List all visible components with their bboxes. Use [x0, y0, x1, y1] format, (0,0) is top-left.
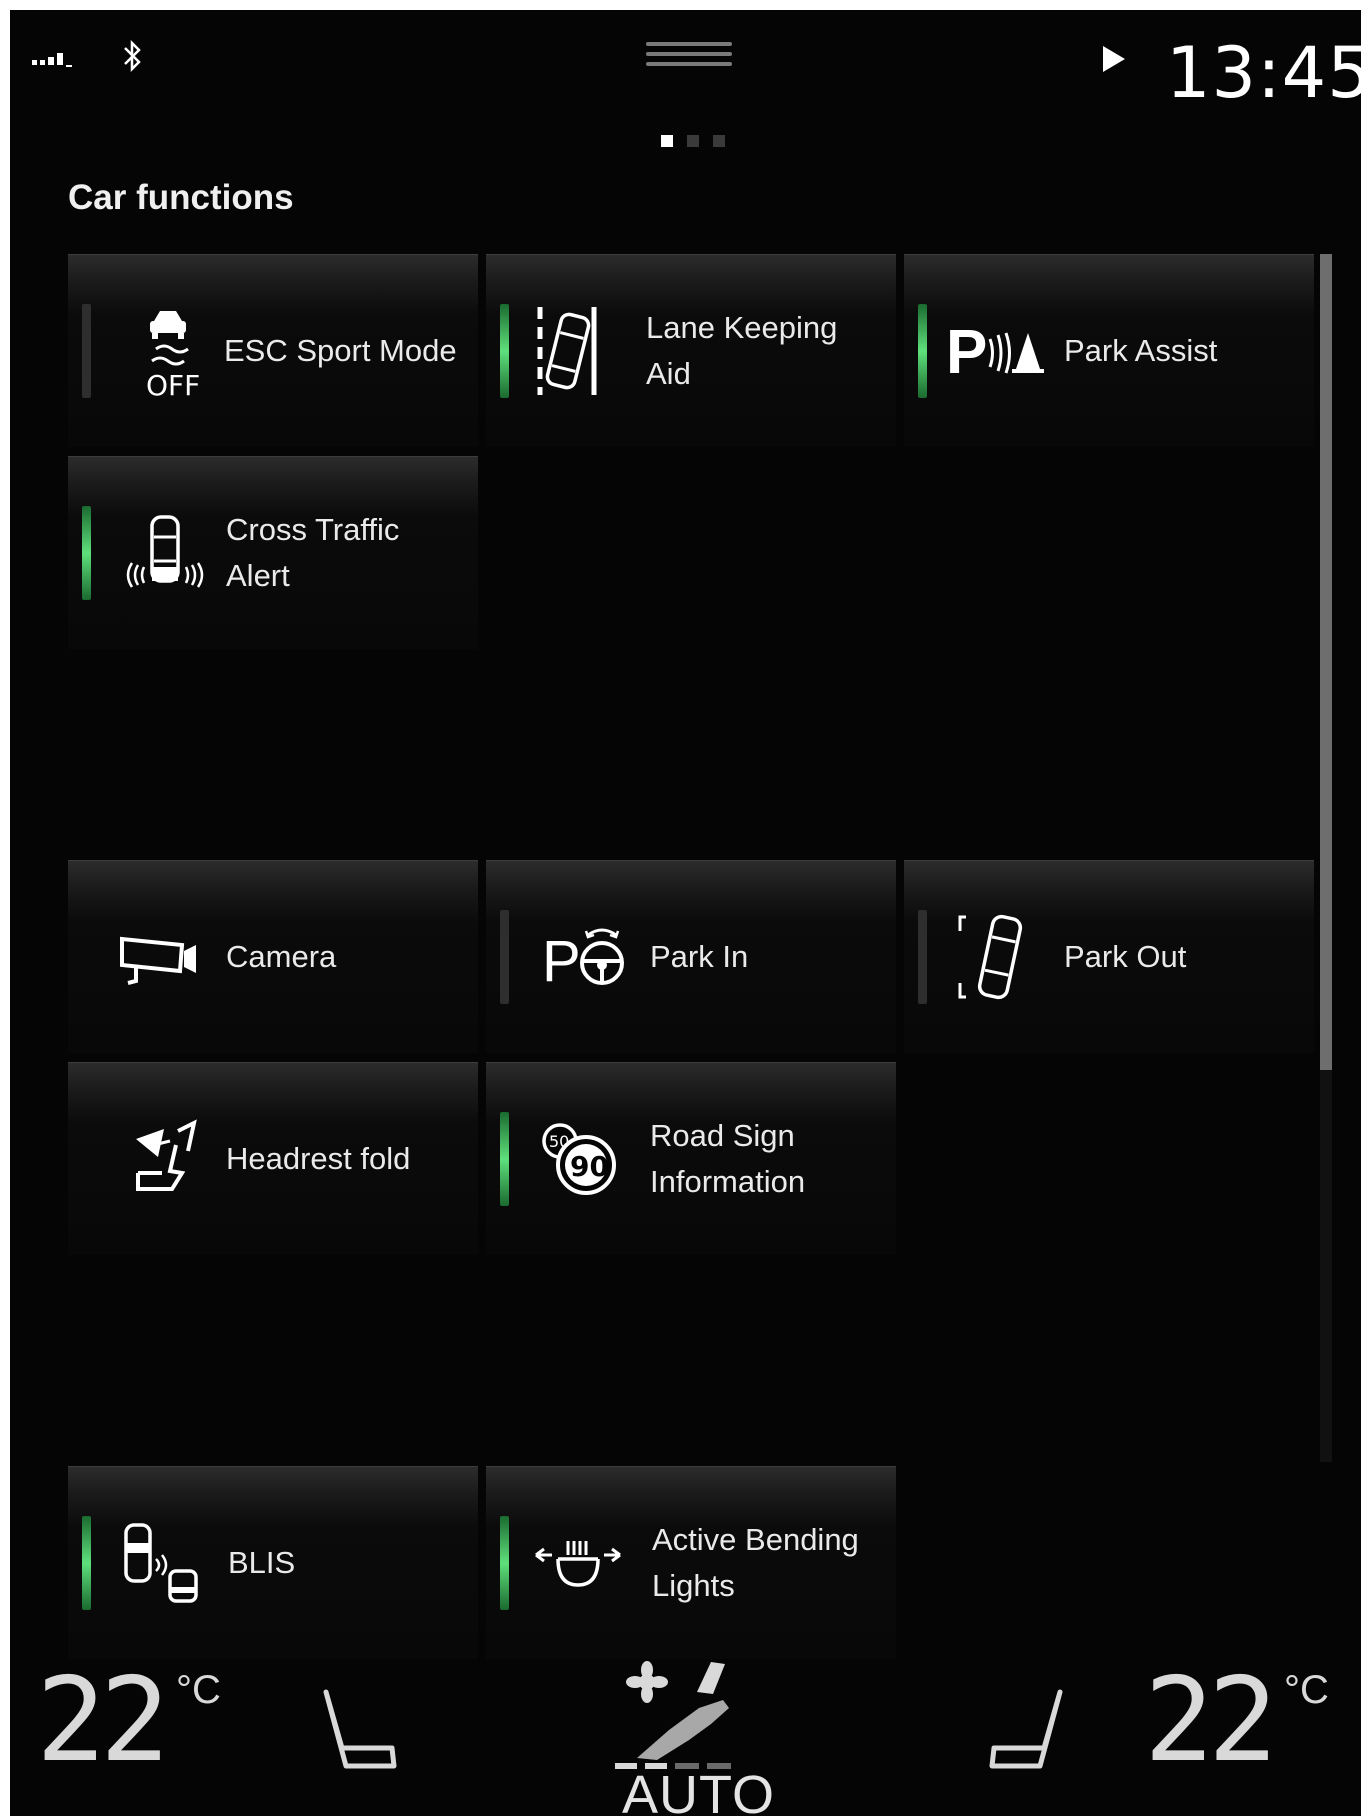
page-dot-1[interactable]: [661, 135, 673, 147]
tile-park-in[interactable]: P Park In: [486, 860, 896, 1053]
tile-label: Cross Traffic Alert: [226, 512, 400, 593]
tile-road-sign-information[interactable]: 50 90 Road Sign Information: [486, 1062, 896, 1255]
status-indicator: [82, 304, 91, 398]
tile-active-bending-lights[interactable]: Active Bending Lights: [486, 1466, 896, 1659]
climate-auto-label[interactable]: AUTO: [622, 1764, 775, 1816]
headrest-fold-icon: [136, 1119, 197, 1191]
driver-temperature[interactable]: 22: [36, 1653, 170, 1788]
status-indicator: [500, 1516, 509, 1610]
road-sign-icon: 50 90: [542, 1123, 616, 1195]
tile-label: ESC Sport Mode: [224, 333, 457, 368]
park-out-icon: [958, 914, 1023, 1000]
status-indicator: [82, 506, 91, 600]
status-indicator: [82, 1516, 91, 1610]
esc-off-icon: OFF: [146, 311, 200, 399]
passenger-temperature[interactable]: 22: [1144, 1653, 1278, 1788]
tile-label: Camera: [226, 939, 337, 974]
tile-label: Road Sign Information: [650, 1118, 806, 1199]
cross-traffic-icon: [126, 515, 204, 588]
svg-text:P: P: [946, 318, 987, 387]
tile-park-out[interactable]: Park Out: [904, 860, 1314, 1053]
tile-label: Park In: [650, 939, 749, 974]
tile-label: BLIS: [228, 1545, 296, 1580]
tile-camera[interactable]: Camera: [68, 860, 478, 1053]
status-indicator: [918, 910, 927, 1004]
tile-label: Active Bending Lights: [652, 1522, 859, 1603]
tile-blis[interactable]: BLIS: [68, 1466, 478, 1659]
driver-temperature-unit: °C: [176, 1668, 221, 1712]
park-assist-icon: P: [946, 318, 1044, 387]
tile-park-assist[interactable]: P Park Assist: [904, 254, 1314, 447]
tile-headrest-fold[interactable]: Headrest fold: [68, 1062, 478, 1255]
status-indicator: [500, 1112, 509, 1206]
page-indicator[interactable]: [661, 135, 725, 147]
svg-text:OFF: OFF: [146, 369, 200, 399]
signal-strength-icon: [32, 53, 72, 67]
page-title: Car functions: [68, 178, 294, 217]
tile-lane-keeping-aid[interactable]: Lane Keeping Aid: [486, 254, 896, 447]
status-indicator: [918, 304, 927, 398]
bluetooth-icon: [124, 39, 141, 73]
park-in-icon: P: [542, 928, 624, 994]
status-indicator: [500, 304, 509, 398]
lane-keeping-icon: [537, 307, 597, 395]
tile-label: Park Assist: [1064, 333, 1218, 368]
scrollbar-thumb[interactable]: [1320, 254, 1332, 1070]
passenger-seat-heating-icon[interactable]: [970, 1678, 1070, 1788]
drag-handle[interactable]: [646, 42, 732, 72]
play-icon[interactable]: [1103, 46, 1125, 72]
camera-icon: [120, 936, 196, 985]
tile-label: Lane Keeping Aid: [646, 310, 838, 391]
tile-label: Headrest fold: [226, 1141, 411, 1176]
status-indicator: [500, 910, 509, 1004]
svg-text:P: P: [542, 929, 581, 994]
passenger-temperature-unit: °C: [1284, 1668, 1329, 1712]
page-dot-2[interactable]: [687, 135, 699, 147]
svg-text:90: 90: [570, 1150, 609, 1183]
tile-cross-traffic-alert[interactable]: Cross Traffic Alert: [68, 456, 478, 649]
blis-icon: [124, 1523, 198, 1603]
driver-seat-heating-icon[interactable]: [316, 1678, 416, 1788]
page-dot-3[interactable]: [713, 135, 725, 147]
screen: 13:45 Car functions OFF ESC Sport Mode L…: [10, 10, 1361, 1816]
tile-label: Park Out: [1064, 939, 1187, 974]
bending-lights-icon: [535, 1541, 621, 1587]
tile-esc-sport-mode[interactable]: OFF ESC Sport Mode: [68, 254, 478, 447]
clock: 13:45: [1166, 32, 1361, 114]
